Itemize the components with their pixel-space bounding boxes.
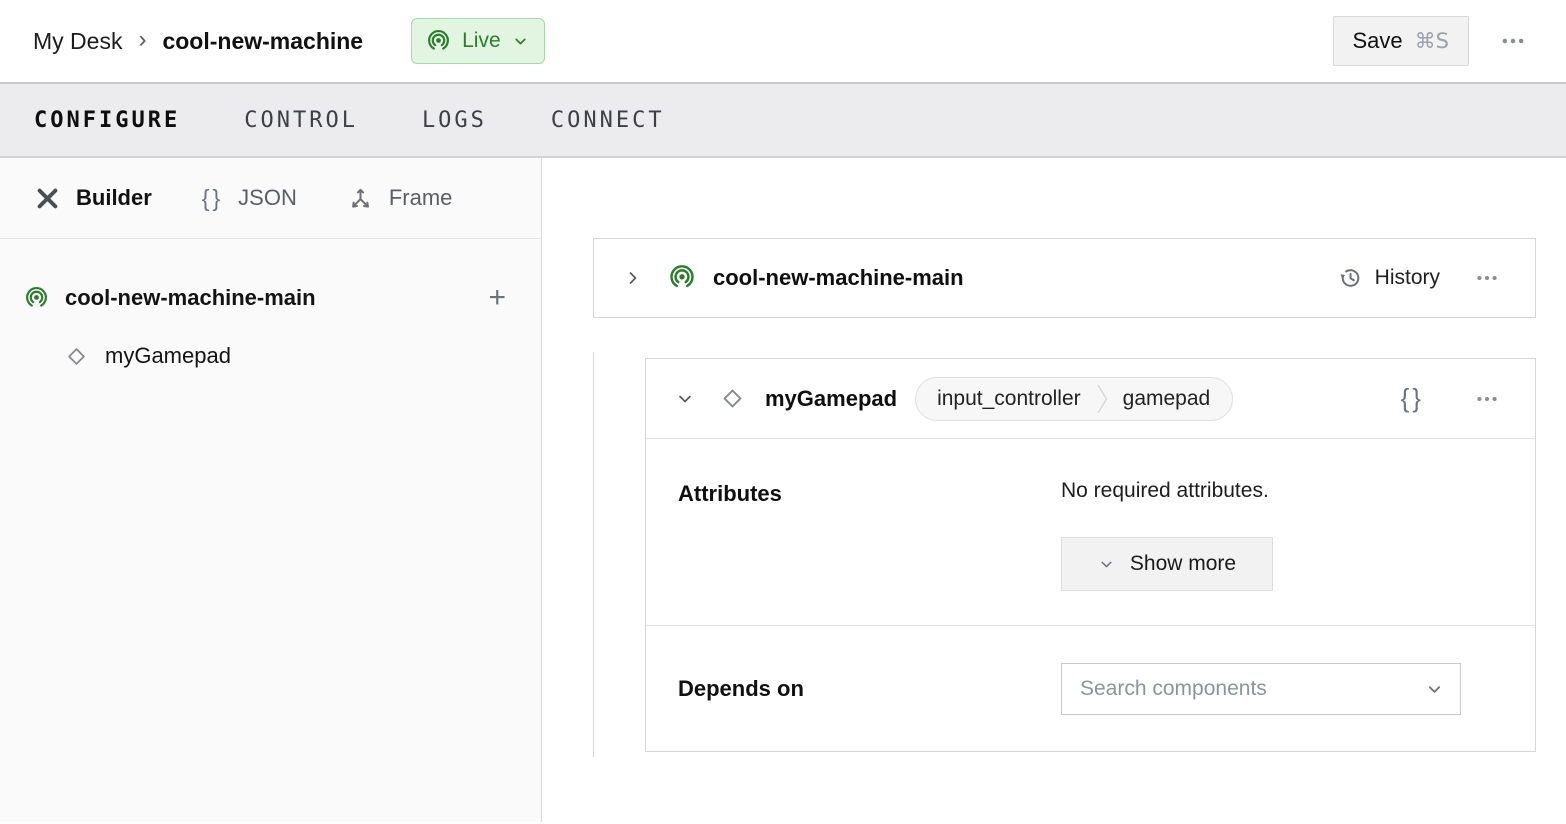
machine-part-icon	[668, 264, 696, 292]
depends-on-label: Depends on	[678, 676, 1061, 702]
component-more-options-button[interactable]	[1468, 380, 1506, 418]
part-card-more-options-button[interactable]	[1468, 259, 1506, 297]
history-button-label: History	[1375, 266, 1440, 290]
breadcrumb-separator: ›	[138, 26, 146, 56]
ellipsis-icon	[1474, 386, 1500, 412]
chevron-down-icon	[512, 33, 529, 50]
app-header: My Desk › cool-new-machine Live Save ⌘S	[0, 0, 1566, 82]
component-diamond-icon	[719, 385, 746, 412]
braces-icon: {}	[1401, 383, 1424, 414]
tab-configure[interactable]: CONFIGURE	[34, 108, 180, 133]
live-broadcast-icon	[426, 29, 451, 54]
tree-item-component-label: myGamepad	[105, 343, 231, 369]
main-nav-tabs: CONFIGURE CONTROL LOGS CONNECT	[0, 82, 1566, 158]
header-more-options-button[interactable]	[1493, 21, 1533, 61]
chevron-down-icon	[1098, 556, 1115, 573]
depends-on-value	[1061, 663, 1499, 715]
component-card-collapse-button[interactable]	[675, 389, 695, 409]
component-diamond-icon	[64, 344, 89, 369]
breadcrumb-parent[interactable]: My Desk	[33, 28, 122, 55]
tree-item-component[interactable]: myGamepad	[0, 327, 541, 385]
ellipsis-icon	[1474, 265, 1500, 291]
component-card-actions: {}	[1395, 377, 1506, 420]
save-button[interactable]: Save ⌘S	[1333, 16, 1470, 66]
part-card-actions: History	[1337, 259, 1506, 297]
save-shortcut-hint: ⌘S	[1415, 29, 1449, 53]
mode-builder-label: Builder	[76, 185, 152, 211]
tab-logs[interactable]: LOGS	[422, 108, 487, 133]
tree-item-machine-part-label: cool-new-machine-main	[65, 285, 316, 311]
config-sidebar: Builder {} JSON Frame	[0, 158, 542, 822]
live-status-label: Live	[462, 29, 501, 53]
machine-part-icon	[24, 286, 49, 311]
component-json-button[interactable]: {}	[1395, 377, 1430, 420]
component-type: input_controller	[916, 378, 1097, 420]
tools-icon	[34, 185, 61, 212]
tree-connector-line	[593, 352, 594, 757]
breadcrumb-machine-name: cool-new-machine	[162, 28, 363, 55]
view-mode-switcher: Builder {} JSON Frame	[0, 158, 541, 239]
show-more-label: Show more	[1130, 552, 1236, 576]
content-area: Builder {} JSON Frame	[0, 158, 1566, 822]
show-more-button[interactable]: Show more	[1061, 537, 1273, 591]
config-main-panel: cool-new-machine-main History	[542, 158, 1566, 822]
part-card-expand-button[interactable]	[623, 268, 643, 288]
component-card-wrapper: myGamepad input_controller gamepad {}	[593, 358, 1536, 752]
attributes-empty-text: No required attributes.	[1061, 479, 1499, 503]
attributes-section: Attributes No required attributes. Show …	[646, 439, 1535, 626]
breadcrumb: My Desk › cool-new-machine	[33, 26, 363, 56]
braces-icon: {}	[202, 185, 223, 212]
machine-part-card: cool-new-machine-main History	[593, 238, 1536, 318]
mode-builder[interactable]: Builder	[34, 185, 152, 212]
tab-connect[interactable]: CONNECT	[551, 108, 665, 133]
chevron-down-icon	[1425, 680, 1444, 699]
live-status-dropdown[interactable]: Live	[411, 18, 545, 64]
tab-control[interactable]: CONTROL	[244, 108, 358, 133]
component-model: gamepad	[1108, 378, 1233, 420]
component-card: myGamepad input_controller gamepad {}	[645, 358, 1536, 752]
component-card-title: myGamepad	[765, 386, 897, 412]
badge-chevron-separator	[1097, 378, 1108, 420]
part-card-title: cool-new-machine-main	[713, 265, 964, 291]
search-components-input[interactable]	[1080, 677, 1425, 701]
attributes-label: Attributes	[678, 479, 1061, 591]
header-actions: Save ⌘S	[1333, 16, 1534, 66]
ellipsis-icon	[1499, 27, 1527, 55]
component-type-badge: input_controller gamepad	[915, 377, 1233, 421]
attributes-value: No required attributes. Show more	[1061, 479, 1499, 591]
tree-item-machine-part[interactable]: cool-new-machine-main +	[0, 269, 541, 327]
mode-frame[interactable]: Frame	[347, 185, 453, 212]
mode-json[interactable]: {} JSON	[202, 185, 297, 212]
depends-on-section: Depends on	[646, 626, 1535, 751]
mode-frame-label: Frame	[389, 185, 453, 211]
save-button-label: Save	[1353, 28, 1403, 54]
machine-tree: cool-new-machine-main + myGamepad	[0, 239, 541, 385]
history-clock-icon	[1337, 265, 1363, 291]
mode-json-label: JSON	[238, 185, 297, 211]
frame-axes-icon	[347, 185, 374, 212]
history-button[interactable]: History	[1337, 265, 1440, 291]
component-card-header: myGamepad input_controller gamepad {}	[646, 359, 1535, 439]
add-component-button[interactable]: +	[488, 283, 506, 313]
depends-on-select[interactable]	[1061, 663, 1461, 715]
